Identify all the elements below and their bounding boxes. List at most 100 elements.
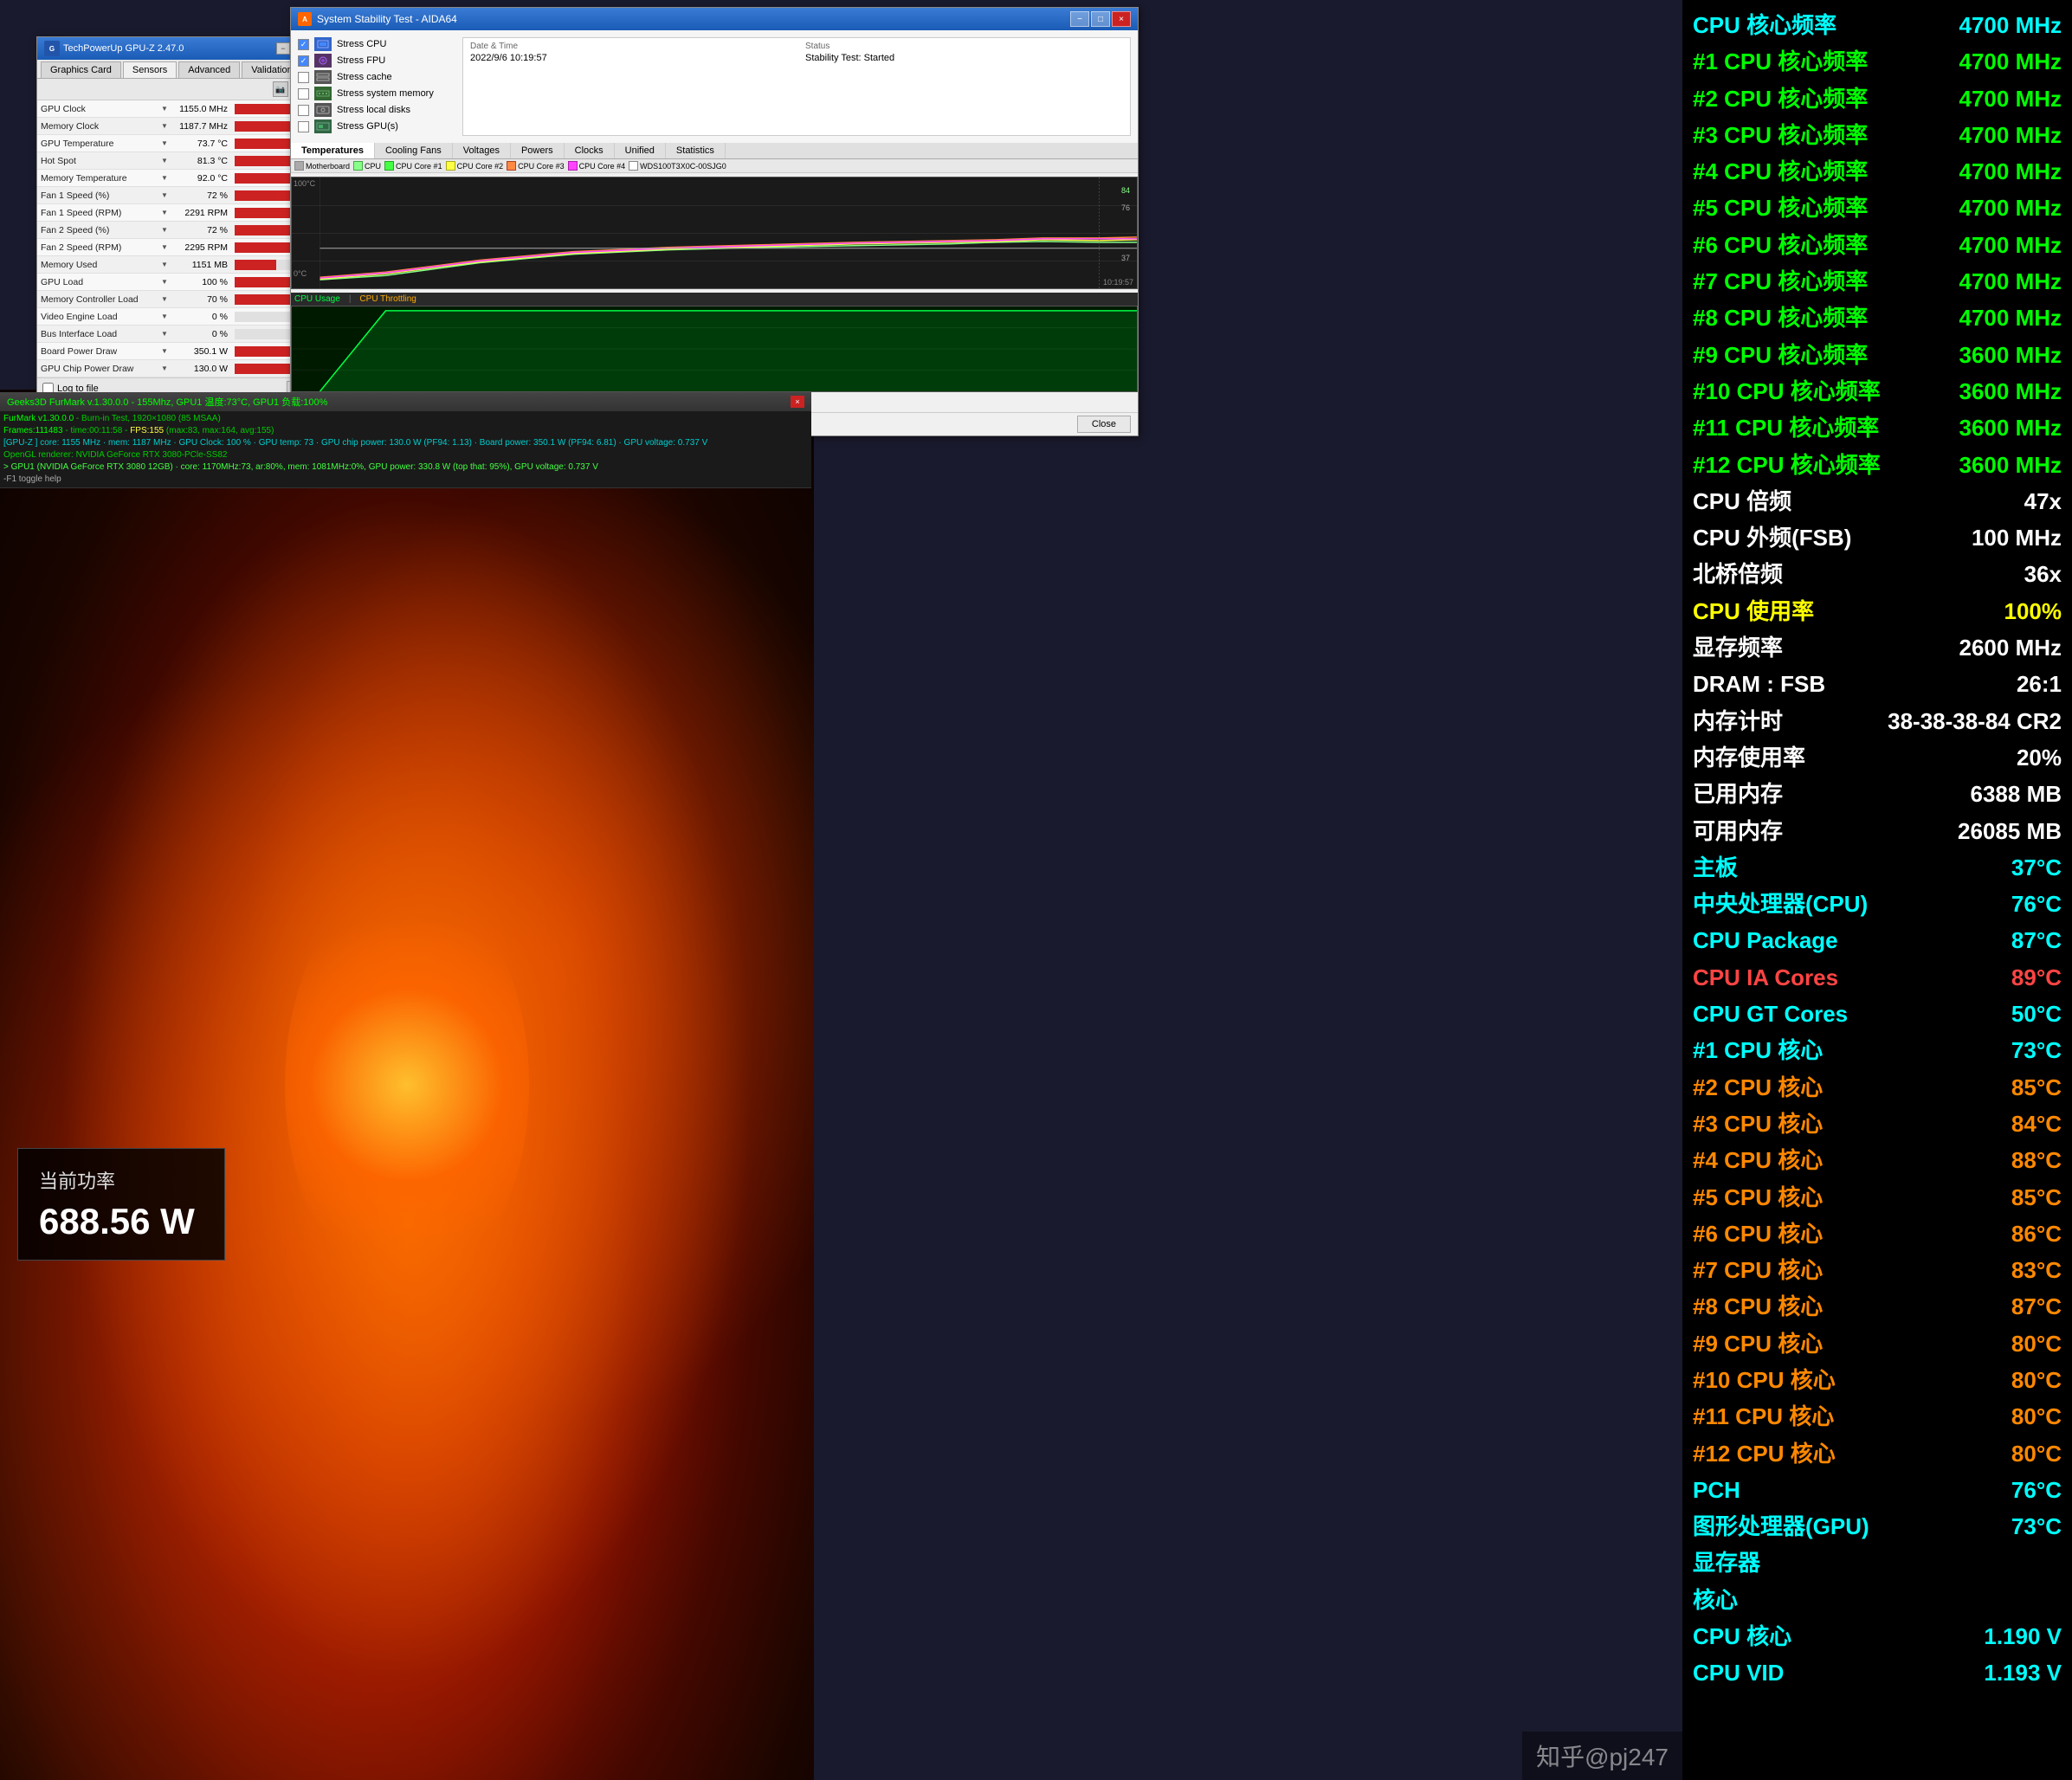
aida-tab-unified[interactable]: Unified bbox=[615, 143, 666, 158]
stress-cache-icon bbox=[314, 70, 332, 84]
right-panel-value-22: 26085 MB bbox=[1958, 814, 2062, 848]
furmark-close-btn[interactable]: × bbox=[791, 396, 804, 408]
furmark-log-line-6: -F1 toggle help bbox=[3, 474, 808, 486]
right-panel-row-29: #2 CPU 核心 85°C bbox=[1693, 1069, 2062, 1106]
sensor-arrow-8[interactable]: ▼ bbox=[158, 243, 171, 251]
sensor-arrow-10[interactable]: ▼ bbox=[158, 278, 171, 286]
right-panel-value-45: 1.193 V bbox=[1984, 1655, 2062, 1690]
legend-cpu-core2[interactable]: CPU Core #2 bbox=[446, 161, 504, 171]
right-panel-value-26: 89°C bbox=[2011, 960, 2062, 995]
stress-memory-checkbox[interactable] bbox=[298, 88, 309, 100]
aida-tab-clocks[interactable]: Clocks bbox=[565, 143, 615, 158]
right-panel-row-6: #6 CPU 核心频率 4700 MHz bbox=[1693, 227, 2062, 263]
aida-tab-temperatures[interactable]: Temperatures bbox=[291, 143, 375, 158]
legend-cpu-core1-checkbox[interactable] bbox=[384, 161, 394, 171]
right-panel-label-43: 核心 bbox=[1693, 1583, 1738, 1617]
right-panel-row-23: 主板 37°C bbox=[1693, 849, 2062, 886]
right-panel-row-40: PCH 76°C bbox=[1693, 1472, 2062, 1508]
legend-cpu-core2-checkbox[interactable] bbox=[446, 161, 455, 171]
stress-fpu-checkbox[interactable]: ✓ bbox=[298, 55, 309, 67]
sensor-arrow-12[interactable]: ▼ bbox=[158, 313, 171, 320]
aida-tab-statistics[interactable]: Statistics bbox=[666, 143, 726, 158]
right-panel-row-43: 核心 bbox=[1693, 1582, 2062, 1618]
sensor-arrow-3[interactable]: ▼ bbox=[158, 157, 171, 164]
stress-cache-checkbox[interactable] bbox=[298, 72, 309, 83]
gpuz-tab-advanced[interactable]: Advanced bbox=[178, 61, 240, 78]
legend-cpu[interactable]: CPU bbox=[353, 161, 381, 171]
sensor-name-6: Fan 1 Speed (RPM) bbox=[37, 208, 158, 218]
aida-minimize-btn[interactable]: − bbox=[1070, 11, 1089, 27]
sensor-arrow-11[interactable]: ▼ bbox=[158, 295, 171, 303]
legend-wds-checkbox[interactable] bbox=[629, 161, 638, 171]
stress-fpu-icon bbox=[314, 54, 332, 68]
gpuz-camera-icon[interactable]: 📷 bbox=[273, 81, 288, 97]
sensor-row-1: Memory Clock ▼ 1187.7 MHz bbox=[37, 118, 330, 135]
right-panel-label-4: #4 CPU 核心频率 bbox=[1693, 154, 1868, 189]
aida-tab-cooling-fans[interactable]: Cooling Fans bbox=[375, 143, 453, 158]
sensor-arrow-5[interactable]: ▼ bbox=[158, 191, 171, 199]
legend-cpu-core1[interactable]: CPU Core #1 bbox=[384, 161, 442, 171]
stress-cpu-checkbox[interactable]: ✓ bbox=[298, 39, 309, 50]
aida-tab-powers[interactable]: Powers bbox=[511, 143, 565, 158]
sensor-arrow-14[interactable]: ▼ bbox=[158, 347, 171, 355]
sensor-name-14: Board Power Draw bbox=[37, 346, 158, 357]
legend-cpu-core4-checkbox[interactable] bbox=[568, 161, 578, 171]
sensor-arrow-2[interactable]: ▼ bbox=[158, 139, 171, 147]
sensor-value-6: 2291 RPM bbox=[171, 208, 231, 218]
right-panel: CPU 核心频率 4700 MHz #1 CPU 核心频率 4700 MHz #… bbox=[1682, 0, 2072, 1780]
sensor-arrow-1[interactable]: ▼ bbox=[158, 122, 171, 130]
cpu-usage-svg bbox=[292, 306, 1137, 391]
sensor-arrow-13[interactable]: ▼ bbox=[158, 330, 171, 338]
sensor-arrow-6[interactable]: ▼ bbox=[158, 209, 171, 216]
aida-stress-panel: ✓ Stress CPU ✓ Stress FPU Stress cache bbox=[298, 37, 454, 136]
legend-motherboard[interactable]: Motherboard bbox=[294, 161, 350, 171]
stress-disk-checkbox[interactable] bbox=[298, 105, 309, 116]
sensor-arrow-0[interactable]: ▼ bbox=[158, 105, 171, 113]
sensor-value-2: 73.7 °C bbox=[171, 139, 231, 149]
sensor-row-12: Video Engine Load ▼ 0 % bbox=[37, 308, 330, 326]
right-panel-value-0: 4700 MHz bbox=[1959, 8, 2062, 42]
right-panel-row-24: 中央处理器(CPU) 76°C bbox=[1693, 886, 2062, 922]
stress-memory-item: Stress system memory bbox=[298, 87, 454, 100]
sensor-row-6: Fan 1 Speed (RPM) ▼ 2291 RPM bbox=[37, 204, 330, 222]
legend-wds[interactable]: WDS100T3X0C-00SJG0 bbox=[629, 161, 726, 171]
datetime-value: 2022/9/6 10:19:57 bbox=[470, 53, 788, 63]
aida-close-button[interactable]: Close bbox=[1077, 416, 1131, 433]
aida-restore-btn[interactable]: □ bbox=[1091, 11, 1110, 27]
sensor-arrow-4[interactable]: ▼ bbox=[158, 174, 171, 182]
furmark-log-line-5: > GPU1 (NVIDIA GeForce RTX 3080 12GB) · … bbox=[3, 461, 808, 474]
right-panel-value-18: 26:1 bbox=[2017, 667, 2062, 701]
aida-tab-voltages[interactable]: Voltages bbox=[453, 143, 511, 158]
stress-gpu-checkbox[interactable] bbox=[298, 121, 309, 132]
legend-cpu-core4[interactable]: CPU Core #4 bbox=[568, 161, 626, 171]
right-panel-label-14: CPU 外频(FSB) bbox=[1693, 520, 1851, 555]
legend-motherboard-checkbox[interactable] bbox=[294, 161, 304, 171]
sensor-arrow-15[interactable]: ▼ bbox=[158, 364, 171, 372]
gpuz-tab-sensors[interactable]: Sensors bbox=[123, 61, 177, 78]
right-panel-value-29: 85°C bbox=[2011, 1070, 2062, 1105]
aida-close-btn[interactable]: × bbox=[1112, 11, 1131, 27]
right-panel-row-41: 图形处理器(GPU) 73°C bbox=[1693, 1508, 2062, 1545]
right-panel-value-40: 76°C bbox=[2011, 1473, 2062, 1507]
right-panel-value-37: 80°C bbox=[2011, 1363, 2062, 1397]
right-panel-row-44: CPU 核心 1.190 V bbox=[1693, 1618, 2062, 1654]
core1-temp-line bbox=[320, 239, 1137, 278]
legend-cpu-core3[interactable]: CPU Core #3 bbox=[507, 161, 565, 171]
legend-cpu-checkbox[interactable] bbox=[353, 161, 363, 171]
datetime-label: Date & Time bbox=[470, 42, 788, 51]
right-panel-label-2: #2 CPU 核心频率 bbox=[1693, 81, 1868, 116]
core4-temp-line bbox=[320, 239, 1137, 278]
aida-titlebar-buttons: − □ × bbox=[1070, 11, 1131, 27]
right-panel-label-22: 可用内存 bbox=[1693, 814, 1783, 848]
legend-cpu-core3-checkbox[interactable] bbox=[507, 161, 516, 171]
gpuz-minimize-btn[interactable]: − bbox=[276, 42, 290, 55]
gpuz-window: G TechPowerUp GPU-Z 2.47.0 − □ × Graphic… bbox=[36, 36, 331, 420]
gpuz-tab-graphics-card[interactable]: Graphics Card bbox=[41, 61, 121, 78]
aida-titlebar: A System Stability Test - AIDA64 − □ × bbox=[291, 8, 1138, 30]
right-panel-row-9: #9 CPU 核心频率 3600 MHz bbox=[1693, 337, 2062, 373]
sensor-arrow-7[interactable]: ▼ bbox=[158, 226, 171, 234]
sensor-row-5: Fan 1 Speed (%) ▼ 72 % bbox=[37, 187, 330, 204]
right-panel-row-8: #8 CPU 核心频率 4700 MHz bbox=[1693, 300, 2062, 336]
sensor-value-15: 130.0 W bbox=[171, 364, 231, 374]
sensor-arrow-9[interactable]: ▼ bbox=[158, 261, 171, 268]
